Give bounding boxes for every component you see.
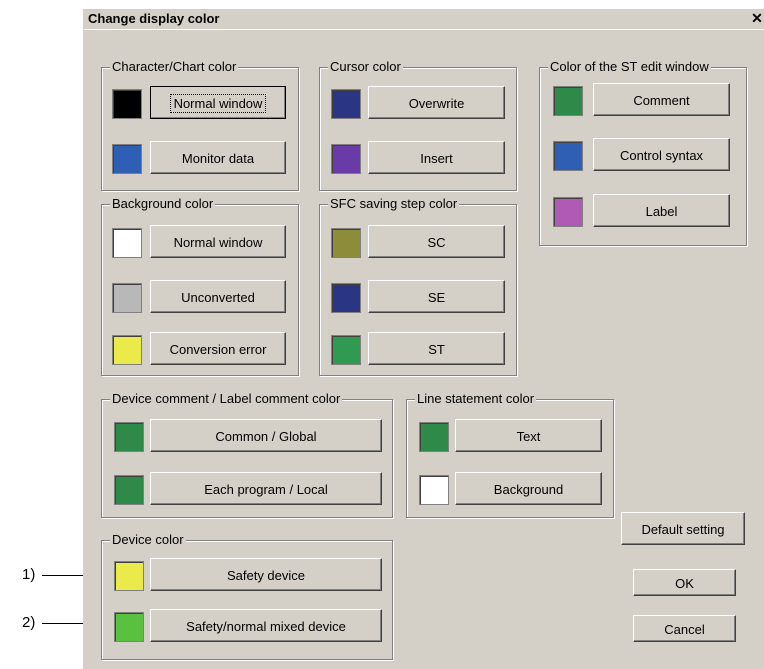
cursor-color-group: Cursor color Overwrite Insert	[319, 59, 517, 191]
line-statement-color-group: Line statement color Text Background	[406, 391, 614, 518]
safety-normal-mixed-device-button[interactable]: Safety/normal mixed device	[150, 609, 382, 642]
callout-2-label: 2)	[22, 614, 36, 631]
group-label: SFC saving step color	[328, 196, 460, 211]
color-swatch-safety-device[interactable]	[114, 561, 144, 591]
monitor-data-button[interactable]: Monitor data	[150, 141, 286, 174]
group-label: Device color	[110, 532, 186, 547]
group-label: Character/Chart color	[110, 59, 239, 74]
se-button[interactable]: SE	[368, 280, 505, 313]
default-setting-button[interactable]: Default setting	[621, 512, 745, 545]
color-swatch-unconverted[interactable]	[112, 283, 142, 313]
color-swatch-line-text[interactable]	[419, 422, 449, 452]
line-text-button[interactable]: Text	[455, 419, 602, 452]
color-swatch-conversion-error[interactable]	[112, 335, 142, 365]
color-swatch-common-global[interactable]	[114, 422, 144, 452]
dialog-title: Change display color	[88, 11, 220, 26]
device-color-group: Device color Safety device Safety/normal…	[101, 532, 393, 660]
color-swatch-line-background[interactable]	[419, 475, 449, 505]
group-label: Device comment / Label comment color	[110, 391, 343, 406]
background-color-group: Background color Normal window Unconvert…	[101, 196, 299, 376]
close-icon[interactable]: ✕	[749, 11, 764, 25]
conversion-error-button[interactable]: Conversion error	[150, 332, 286, 365]
group-label: Line statement color	[415, 391, 537, 406]
color-swatch-sc[interactable]	[331, 228, 361, 258]
color-swatch-control-syntax[interactable]	[553, 141, 583, 171]
group-label: Cursor color	[328, 59, 403, 74]
each-program-local-button[interactable]: Each program / Local	[150, 472, 382, 505]
cancel-button[interactable]: Cancel	[633, 615, 736, 642]
color-swatch-monitor-data[interactable]	[112, 144, 142, 174]
st-edit-window-color-group: Color of the ST edit window Comment Cont…	[539, 59, 747, 246]
title-bar: Change display color ✕	[84, 9, 764, 30]
color-swatch-comment[interactable]	[553, 86, 583, 116]
overwrite-button[interactable]: Overwrite	[368, 86, 505, 119]
color-swatch-se[interactable]	[331, 283, 361, 313]
color-swatch-overwrite[interactable]	[331, 89, 361, 119]
sc-button[interactable]: SC	[368, 225, 505, 258]
device-comment-color-group: Device comment / Label comment color Com…	[101, 391, 393, 518]
comment-button[interactable]: Comment	[593, 83, 730, 116]
character-chart-color-group: Character/Chart color Normal window Moni…	[101, 59, 299, 191]
bg-normal-window-button[interactable]: Normal window	[150, 225, 286, 258]
group-label: Color of the ST edit window	[548, 59, 711, 74]
color-swatch-each-program-local[interactable]	[114, 475, 144, 505]
color-swatch-label[interactable]	[553, 197, 583, 227]
change-display-color-dialog: Change display color ✕ Character/Chart c…	[83, 9, 764, 669]
insert-button[interactable]: Insert	[368, 141, 505, 174]
color-swatch-normal-window[interactable]	[112, 89, 142, 119]
normal-window-char-button[interactable]: Normal window	[150, 86, 286, 119]
control-syntax-button[interactable]: Control syntax	[593, 138, 730, 171]
common-global-button[interactable]: Common / Global	[150, 419, 382, 452]
color-swatch-st[interactable]	[331, 335, 361, 365]
unconverted-button[interactable]: Unconverted	[150, 280, 286, 313]
st-button[interactable]: ST	[368, 332, 505, 365]
callout-1-label: 1)	[22, 566, 36, 583]
color-swatch-insert[interactable]	[331, 144, 361, 174]
color-swatch-safety-normal-mixed[interactable]	[114, 612, 144, 642]
sfc-saving-step-color-group: SFC saving step color SC SE ST	[319, 196, 517, 376]
group-label: Background color	[110, 196, 216, 211]
color-swatch-bg-normal-window[interactable]	[112, 228, 142, 258]
label-button[interactable]: Label	[593, 194, 730, 227]
ok-button[interactable]: OK	[633, 569, 736, 596]
line-background-button[interactable]: Background	[455, 472, 602, 505]
safety-device-button[interactable]: Safety device	[150, 558, 382, 591]
